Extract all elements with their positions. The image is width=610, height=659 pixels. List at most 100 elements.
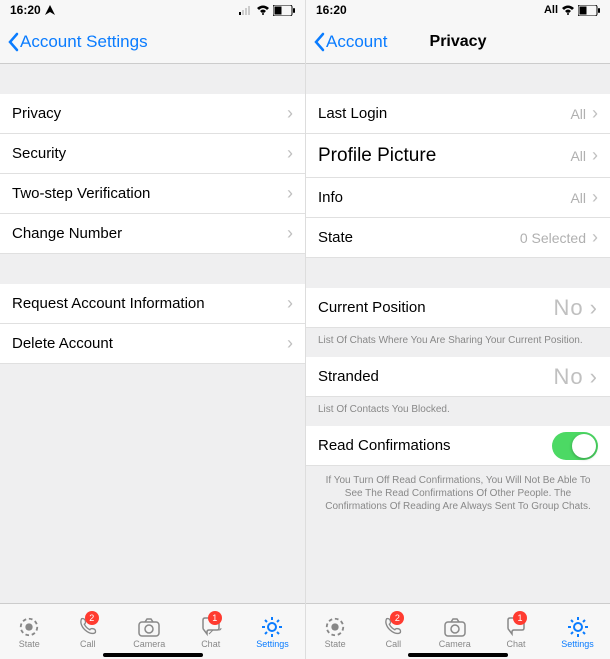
row-label: Privacy [12,105,61,122]
chevron-right-icon: › [592,145,598,166]
row-state[interactable]: State 0 Selected› [306,218,610,258]
spacer [0,254,305,284]
tab-label: Call [80,639,96,649]
tab-camera[interactable]: Camera [133,615,165,649]
settings-group-1: Privacy › Security › Two-step Verificati… [0,94,305,254]
tab-chat[interactable]: 1 Chat [503,615,529,649]
privacy-group-3: Stranded No› [306,357,610,397]
tab-state[interactable]: State [322,615,348,649]
row-label: Stranded [318,368,379,385]
location-icon [45,5,55,15]
row-label: Delete Account [12,335,113,352]
state-icon [324,616,346,638]
row-label: Security [12,145,66,162]
row-request-info[interactable]: Request Account Information › [0,284,305,324]
row-value: All [570,190,586,206]
tabbar-left: State 2 Call Camera 1 Chat Settings [0,603,305,659]
tabbar-right: State 2 Call Camera 1 Chat Settings [306,603,610,659]
back-button[interactable]: Account [312,32,387,52]
row-value: All [570,148,586,164]
tab-camera[interactable]: Camera [439,615,471,649]
right-pane: 16:20 All Account Privacy Last Login All… [305,0,610,659]
home-indicator[interactable] [103,653,203,657]
row-current-position[interactable]: Current Position No› [306,288,610,328]
privacy-group-2: Current Position No› [306,288,610,328]
row-delete-account[interactable]: Delete Account › [0,324,305,364]
row-read-confirmations[interactable]: Read Confirmations [306,426,610,466]
chevron-right-icon: › [287,223,293,244]
row-label: State [318,229,353,246]
statusbar-left: 16:20 [0,0,305,20]
home-indicator[interactable] [408,653,508,657]
row-label: Current Position [318,299,426,316]
tab-label: Settings [561,639,594,649]
settings-group-2: Request Account Information › Delete Acc… [0,284,305,364]
row-value: All [570,106,586,122]
tab-call[interactable]: 2 Call [380,615,406,649]
tab-label: Camera [133,639,165,649]
camera-icon [443,616,467,638]
tab-label: Chat [201,639,220,649]
tab-state[interactable]: State [16,615,42,649]
badge: 1 [208,611,222,625]
row-label: Change Number [12,225,122,242]
statusbar-right: 16:20 All [306,0,610,20]
row-stranded[interactable]: Stranded No› [306,357,610,397]
left-pane: 16:20 Account Settings Privacy › Securit… [0,0,305,659]
footnote-blocked: List Of Contacts You Blocked. [306,397,610,426]
tab-label: Settings [256,639,289,649]
tab-label: State [325,639,346,649]
chevron-right-icon: › [592,187,598,208]
row-change-number[interactable]: Change Number › [0,214,305,254]
back-label: Account Settings [20,32,148,52]
footnote-position: List Of Chats Where You Are Sharing Your… [306,328,610,357]
tab-call[interactable]: 2 Call [75,615,101,649]
row-label: Profile Picture [318,145,436,167]
row-value: 0 Selected [520,230,586,246]
back-button[interactable]: Account Settings [6,32,148,52]
chevron-right-icon: › [287,143,293,164]
tab-label: Call [386,639,402,649]
back-label: Account [326,32,387,52]
nav-header-left: Account Settings [0,20,305,64]
row-last-login[interactable]: Last Login All› [306,94,610,134]
row-two-step[interactable]: Two-step Verification › [0,174,305,214]
state-icon [18,616,40,638]
tab-chat[interactable]: 1 Chat [198,615,224,649]
chevron-right-icon: › [287,103,293,124]
tab-label: Camera [439,639,471,649]
chevron-right-icon: › [287,333,293,354]
row-value: No [554,364,584,390]
signal-icon [239,5,253,15]
row-label: Request Account Information [12,295,205,312]
row-label: Read Confirmations [318,437,451,454]
status-time: 16:20 [10,3,41,17]
row-label: Two-step Verification [12,185,150,202]
footnote-read-confirmations: If You Turn Off Read Confirmations, You … [306,466,610,527]
row-label: Info [318,189,343,206]
spacer [306,64,610,94]
badge: 2 [390,611,404,625]
spacer [306,258,610,288]
row-privacy[interactable]: Privacy › [0,94,305,134]
row-value: No [554,295,584,321]
wifi-icon [561,5,575,15]
chevron-left-icon [6,32,20,52]
chevron-right-icon: › [592,103,598,124]
privacy-group-4: Read Confirmations [306,426,610,466]
row-security[interactable]: Security › [0,134,305,174]
chevron-right-icon: › [590,364,598,390]
gear-icon [566,615,590,639]
tab-settings[interactable]: Settings [561,615,594,649]
read-confirmations-toggle[interactable] [552,432,598,460]
badge: 2 [85,611,99,625]
row-profile-picture[interactable]: Profile Picture All › [306,134,610,178]
nav-header-right: Account Privacy [306,20,610,64]
camera-icon [137,616,161,638]
chevron-right-icon: › [590,295,598,321]
chevron-right-icon: › [287,293,293,314]
gear-icon [260,615,284,639]
row-info[interactable]: Info All › [306,178,610,218]
tab-settings[interactable]: Settings [256,615,289,649]
tab-label: State [19,639,40,649]
